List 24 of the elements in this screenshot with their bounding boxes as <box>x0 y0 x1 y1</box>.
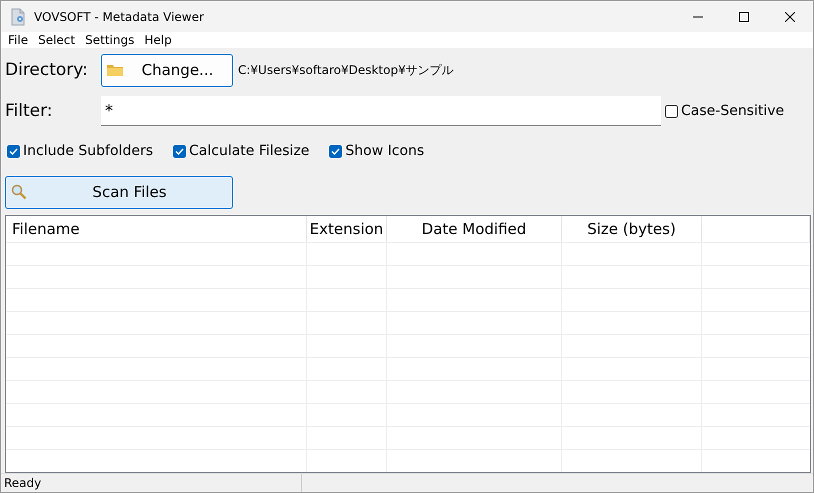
status-text: Ready <box>1 474 302 492</box>
checkbox-label: Show Icons <box>345 143 424 159</box>
checkbox-label: Include Subfolders <box>23 143 153 159</box>
checkbox[interactable] <box>7 144 20 158</box>
close-icon <box>785 12 795 22</box>
menu-item[interactable]: File <box>3 33 34 47</box>
filter-label: Filter: <box>5 101 54 121</box>
menu-item[interactable]: Settings <box>80 33 140 47</box>
directory-path: C:¥Users¥softaro¥Desktop¥サンプル <box>238 62 454 78</box>
menu-item[interactable]: Select <box>33 33 80 47</box>
change-button[interactable]: Change... <box>101 54 233 86</box>
folder-icon <box>107 64 123 76</box>
directory-label: Directory: <box>5 60 89 80</box>
checkbox-label: Calculate Filesize <box>189 143 310 159</box>
window-title: VOVSOFT - Metadata Viewer <box>34 10 204 24</box>
scan-files-button[interactable]: Scan Files <box>5 176 233 208</box>
checkbox[interactable] <box>329 144 342 158</box>
maximize-icon <box>739 12 749 22</box>
filter-field[interactable]: * <box>101 96 661 126</box>
menu-item[interactable]: Help <box>139 33 177 47</box>
checkbox[interactable] <box>173 144 186 158</box>
checkbox[interactable] <box>665 104 678 118</box>
checkbox-label: Case-Sensitive <box>681 103 784 119</box>
magnifier-icon <box>11 184 27 200</box>
